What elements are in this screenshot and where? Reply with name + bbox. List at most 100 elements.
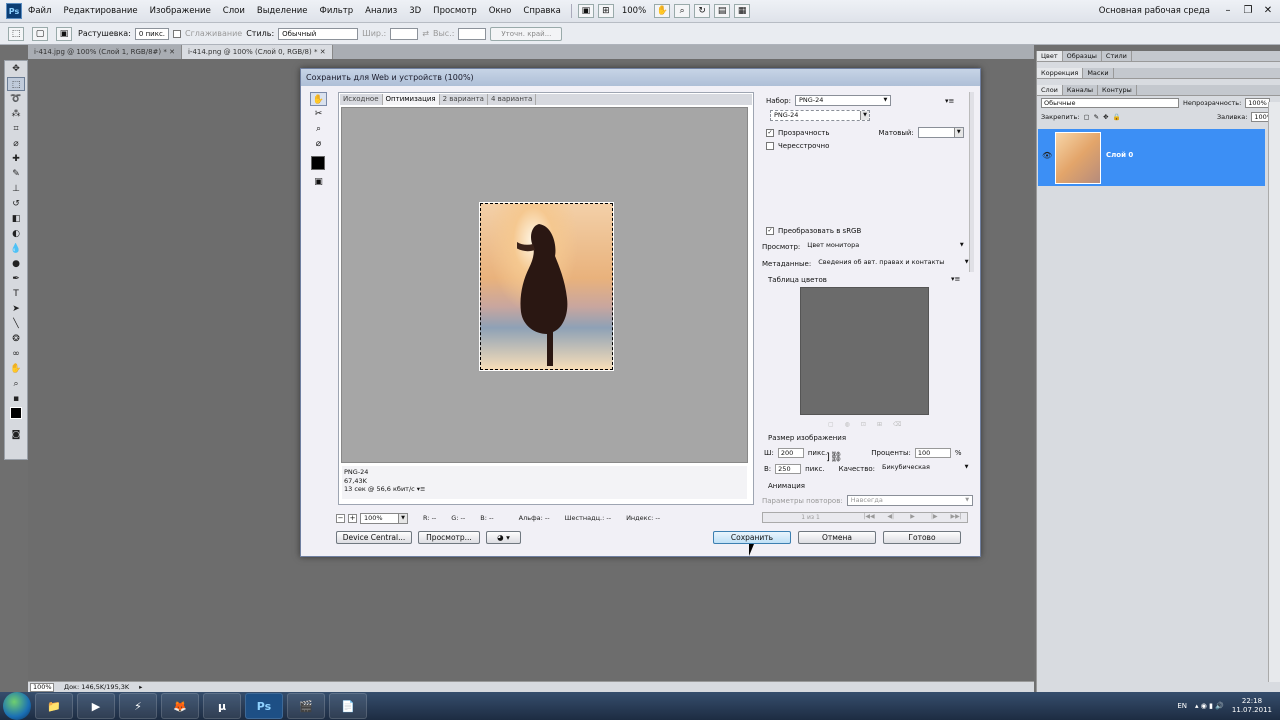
antialias-checkbox[interactable] xyxy=(173,29,182,38)
eye-icon[interactable]: 👁 xyxy=(1042,151,1052,160)
optimize-menu-icon[interactable]: ▾≡ xyxy=(945,97,954,105)
zoom-select[interactable]: 100% ▼ xyxy=(360,512,408,524)
screen-mode-icon[interactable]: ▦ xyxy=(734,4,751,18)
magic-wand-tool-icon[interactable]: ⁂ xyxy=(7,107,25,121)
style-select[interactable]: Обычный xyxy=(278,27,359,40)
close-icon[interactable]: ✕ xyxy=(1260,4,1276,18)
stamp-tool-icon[interactable]: ⊥ xyxy=(7,182,25,196)
restore-icon[interactable]: ❐ xyxy=(1240,4,1256,18)
refine-edge-button[interactable]: Уточн. край... xyxy=(490,26,563,41)
crop-tool-icon[interactable]: ⌗ xyxy=(7,122,25,136)
width-input[interactable] xyxy=(390,27,419,40)
layers-scrollbar[interactable] xyxy=(1268,102,1280,682)
feather-input[interactable]: 0 пикс. xyxy=(134,27,170,40)
pen-tool-icon[interactable]: ✒ xyxy=(7,272,25,286)
preview-canvas[interactable] xyxy=(341,107,748,463)
lock-transparency-icon[interactable]: ▢ xyxy=(1083,113,1089,121)
language-indicator[interactable]: EN xyxy=(1177,702,1187,710)
type-tool-icon[interactable]: T xyxy=(7,287,25,301)
lock-image-icon[interactable]: ✎ xyxy=(1094,113,1099,121)
tab-layers[interactable]: Слои xyxy=(1037,85,1063,95)
zoom-level[interactable]: 100% xyxy=(616,6,652,16)
tab-swatches[interactable]: Образцы xyxy=(1063,51,1102,61)
hand-tool-icon[interactable]: ✋ xyxy=(310,92,327,106)
done-button[interactable]: Готово xyxy=(883,531,961,544)
taskbar-explorer-icon[interactable]: 📁 xyxy=(35,693,73,719)
format-select[interactable]: PNG-24 ▼ xyxy=(770,110,870,121)
loop-options-select[interactable]: Навсегда ▼ xyxy=(846,495,973,506)
tab-original[interactable]: Исходное xyxy=(340,94,383,105)
transparency-checkbox[interactable]: ✓ xyxy=(766,128,774,137)
metadata-select[interactable]: Сведения об авт. правах и контакты ▼ xyxy=(815,258,971,269)
play-icon[interactable]: ▶ xyxy=(902,513,924,522)
quick-mask-icon[interactable]: ◙ xyxy=(7,428,25,442)
interlaced-checkbox[interactable] xyxy=(766,142,774,150)
add-selection-icon[interactable]: ▣ xyxy=(56,26,72,41)
history-brush-icon[interactable]: ↺ xyxy=(7,197,25,211)
tab-styles[interactable]: Стили xyxy=(1102,51,1132,61)
clock[interactable]: 22:18 11.07.2011 xyxy=(1232,697,1272,715)
tab-channels[interactable]: Каналы xyxy=(1063,85,1099,95)
slice-select-tool-icon[interactable]: ✂ xyxy=(310,107,327,121)
tab-adjustments[interactable]: Коррекция xyxy=(1037,68,1084,78)
minimize-icon[interactable]: – xyxy=(1220,4,1236,18)
menu-file[interactable]: Файл xyxy=(22,6,57,16)
last-frame-icon[interactable]: ▶▶| xyxy=(945,513,967,522)
preset-select[interactable]: PNG-24 ▼ xyxy=(794,95,891,106)
zoom-tool-icon[interactable]: ⌕ xyxy=(674,4,691,18)
workspace-switcher[interactable]: Основная рабочая среда xyxy=(1099,6,1220,16)
healing-tool-icon[interactable]: ✚ xyxy=(7,152,25,166)
next-frame-icon[interactable]: |▶ xyxy=(923,513,945,522)
menu-3d[interactable]: 3D xyxy=(403,6,427,16)
first-frame-icon[interactable]: |◀◀ xyxy=(858,513,880,522)
menu-window[interactable]: Окно xyxy=(483,6,518,16)
prev-frame-icon[interactable]: ◀| xyxy=(880,513,902,522)
blur-tool-icon[interactable]: 💧 xyxy=(7,242,25,256)
taskbar-video-icon[interactable]: 🎬 xyxy=(287,693,325,719)
dodge-tool-icon[interactable]: ● xyxy=(7,257,25,271)
browser-select[interactable]: ◕ ▾ xyxy=(486,531,521,544)
matte-select[interactable]: ▼ xyxy=(917,127,964,138)
menu-analysis[interactable]: Анализ xyxy=(359,6,403,16)
menu-view[interactable]: Просмотр xyxy=(427,6,483,16)
tab-4-up[interactable]: 4 варианта xyxy=(488,94,537,105)
web-shift-icon[interactable]: ◍ xyxy=(845,421,850,428)
blend-mode-select[interactable]: Обычные xyxy=(1041,98,1179,108)
tray-icons[interactable]: ▴ ◉ ▮ 🔊 xyxy=(1195,702,1224,710)
3d-rotate-tool-icon[interactable]: ❂ xyxy=(7,332,25,346)
height-input[interactable]: 250 xyxy=(775,463,802,474)
menu-select[interactable]: Выделение xyxy=(251,6,314,16)
hand-tool-icon[interactable]: ✋ xyxy=(654,4,671,18)
3d-orbit-tool-icon[interactable]: ∞ xyxy=(7,347,25,361)
rotate-view-icon[interactable]: ↻ xyxy=(694,4,711,18)
status-zoom-input[interactable]: 100% xyxy=(30,682,54,692)
eyedropper-tool-icon[interactable]: ⌀ xyxy=(7,137,25,151)
color-table[interactable] xyxy=(800,287,929,415)
eyedropper-color-swatch[interactable] xyxy=(311,156,325,170)
tab-masks[interactable]: Маски xyxy=(1083,68,1114,78)
constrain-link-icon[interactable]: ]⛓ xyxy=(826,452,843,463)
save-button[interactable]: Сохранить xyxy=(713,531,791,544)
eyedropper-tool-icon[interactable]: ⌀ xyxy=(310,137,327,151)
doc-tab-jpg[interactable]: i-414.jpg @ 100% (Слой 1, RGB/8#) * ✕ xyxy=(28,45,182,59)
new-selection-icon[interactable]: ▢ xyxy=(32,26,48,41)
tab-2-up[interactable]: 2 варианта xyxy=(440,94,488,105)
preview-mode-select[interactable]: Цвет монитора ▼ xyxy=(804,241,966,252)
width-input[interactable]: 200 xyxy=(777,448,804,458)
tab-paths[interactable]: Контуры xyxy=(1098,85,1137,95)
quality-select[interactable]: Бикубическая ▼ xyxy=(879,463,971,474)
swap-icon[interactable]: ⇄ xyxy=(422,29,429,38)
shape-tool-icon[interactable]: ╲ xyxy=(7,317,25,331)
close-icon[interactable]: ✕ xyxy=(320,48,326,56)
marquee-tool-icon[interactable]: ⬚ xyxy=(7,77,25,91)
zoom-tool-icon[interactable]: ⌕ xyxy=(310,122,327,136)
layer-item[interactable]: 👁 Слой 0 xyxy=(1038,129,1265,186)
new-color-icon[interactable]: ⊞ xyxy=(877,421,882,428)
taskbar-firefox-icon[interactable]: 🦊 xyxy=(161,693,199,719)
tab-optimized[interactable]: Оптимизация xyxy=(382,94,440,105)
download-speed-menu-icon[interactable]: ▾≡ xyxy=(417,485,426,493)
taskbar-flash-icon[interactable]: ⚡ xyxy=(119,693,157,719)
taskbar-utorrent-icon[interactable]: µ xyxy=(203,693,241,719)
taskbar-document-icon[interactable]: 📄 xyxy=(329,693,367,719)
device-central-button[interactable]: Device Central... xyxy=(336,531,412,544)
